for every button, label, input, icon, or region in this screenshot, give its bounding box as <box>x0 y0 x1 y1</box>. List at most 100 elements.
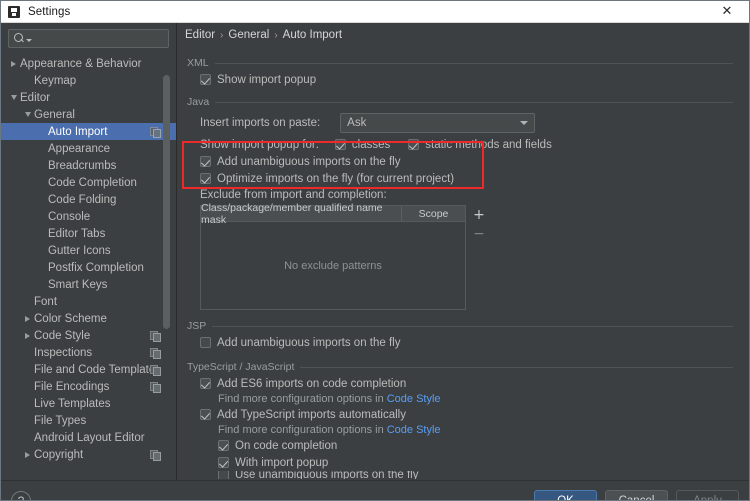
sidebar-item-code-completion[interactable]: Code Completion <box>1 174 176 191</box>
add-pattern-button[interactable]: + <box>471 207 487 223</box>
sidebar-item-appearance[interactable]: Appearance <box>1 140 176 157</box>
chevron-down-icon[interactable] <box>21 112 34 117</box>
label-show-import-popup-for: Show import popup for: <box>200 138 319 151</box>
breadcrumb-part-general[interactable]: General <box>228 29 269 41</box>
sidebar-item-label: Smart Keys <box>48 278 108 291</box>
checkbox-on-code-completion[interactable] <box>218 440 229 451</box>
row-on-code-completion[interactable]: On code completion <box>218 437 733 454</box>
close-icon[interactable]: ✕ <box>705 1 749 22</box>
chevron-right-icon[interactable] <box>21 315 34 322</box>
cancel-button[interactable]: Cancel <box>605 489 668 500</box>
dialog-footer: ? OK Cancel Apply <box>1 480 749 500</box>
main-scrollbar[interactable] <box>743 47 749 480</box>
sidebar-item-editor-tabs[interactable]: Editor Tabs <box>1 225 176 242</box>
sidebar-item-label: Copyright <box>34 448 84 461</box>
chevron-right-icon[interactable] <box>7 60 20 67</box>
exclude-table[interactable]: Class/package/member qualified name mask… <box>200 202 466 310</box>
checkbox-add-es6-imports[interactable] <box>200 378 211 389</box>
sidebar-item-code-style[interactable]: Code Style <box>1 327 176 344</box>
breadcrumb-part-auto-import[interactable]: Auto Import <box>283 29 342 41</box>
sidebar-item-code-folding[interactable]: Code Folding <box>1 191 176 208</box>
copy-settings-icon <box>150 449 161 461</box>
link-code-style-es6[interactable]: Code Style <box>387 393 441 405</box>
sidebar-item-auto-import[interactable]: Auto Import <box>1 123 176 140</box>
row-clipped-option[interactable]: Use unambiguous imports on the fly <box>218 471 733 479</box>
checkbox-add-typescript-imports[interactable] <box>200 409 211 420</box>
ok-button[interactable]: OK <box>534 489 597 500</box>
link-code-style-typescript[interactable]: Code Style <box>387 424 441 436</box>
sidebar-item-label: Appearance & Behavior <box>20 57 142 70</box>
hint-typescript-text: Find more configuration options in <box>218 424 384 436</box>
hint-es6-config: Find more configuration options in Code … <box>218 392 733 406</box>
row-xml-show-import-popup[interactable]: Show import popup <box>200 71 733 88</box>
group-header-xml: XML <box>187 57 733 69</box>
help-button[interactable]: ? <box>11 490 31 500</box>
checkbox-xml-show-import-popup[interactable] <box>200 74 211 85</box>
sidebar-item-file-and-code-templates[interactable]: File and Code Templates <box>1 361 176 378</box>
chevron-right-icon[interactable] <box>21 332 34 339</box>
sidebar-item-postfix-completion[interactable]: Postfix Completion <box>1 259 176 276</box>
chevron-right-glyph <box>11 60 16 67</box>
remove-pattern-button[interactable]: − <box>471 226 487 242</box>
sidebar-item-breadcrumbs[interactable]: Breadcrumbs <box>1 157 176 174</box>
chevron-down-glyph <box>24 112 31 117</box>
label-show-popup-static-methods: static methods and fields <box>425 138 552 151</box>
row-optimize-imports[interactable]: Optimize imports on the fly (for current… <box>200 170 733 187</box>
chevron-right-icon[interactable] <box>21 451 34 458</box>
insert-imports-on-paste-select[interactable]: Ask <box>340 113 536 133</box>
checkbox-with-import-popup[interactable] <box>218 457 229 468</box>
chevron-down-icon[interactable] <box>7 95 20 100</box>
checkbox-add-unambiguous-jsp[interactable] <box>200 337 211 348</box>
label-on-code-completion: On code completion <box>235 439 338 452</box>
sidebar-scrollbar-thumb[interactable] <box>163 75 170 329</box>
sidebar-item-keymap[interactable]: Keymap <box>1 72 176 89</box>
label-add-unambiguous-jsp: Add unambiguous imports on the fly <box>217 336 401 349</box>
row-add-unambiguous-java[interactable]: Add unambiguous imports on the fly <box>200 153 733 170</box>
checkbox-add-unambiguous-java[interactable] <box>200 156 211 167</box>
checkbox-clipped-option[interactable] <box>218 471 229 479</box>
sidebar-item-console[interactable]: Console <box>1 208 176 225</box>
checkbox-show-popup-classes[interactable] <box>334 139 346 150</box>
settings-main-panel: Editor › General › Auto Import XML Show impo… <box>177 23 749 480</box>
sidebar-item-live-templates[interactable]: Live Templates <box>1 395 176 412</box>
breadcrumb-separator: › <box>274 29 278 41</box>
row-add-es6-imports[interactable]: Add ES6 imports on code completion <box>200 375 733 392</box>
checkbox-optimize-imports[interactable] <box>200 173 211 184</box>
breadcrumb-part-editor[interactable]: Editor <box>185 29 215 41</box>
chevron-down-icon <box>520 121 529 125</box>
label-clipped-option: Use unambiguous imports on the fly <box>235 471 419 479</box>
sidebar-item-smart-keys[interactable]: Smart Keys <box>1 276 176 293</box>
sidebar-item-general[interactable]: General <box>1 106 176 123</box>
sidebar-item-file-types[interactable]: File Types <box>1 412 176 429</box>
sidebar-item-gutter-icons[interactable]: Gutter Icons <box>1 242 176 259</box>
dialog-body: Appearance & Behavior Keymap Editor General… <box>1 23 749 480</box>
settings-tree[interactable]: Appearance & Behavior Keymap Editor General… <box>1 55 176 480</box>
sidebar-item-label: Gutter Icons <box>48 244 111 257</box>
checkbox-show-popup-static-methods[interactable] <box>408 139 420 150</box>
divider <box>212 325 733 327</box>
search-box[interactable] <box>8 29 177 48</box>
divider <box>214 62 733 64</box>
label-xml-show-import-popup: Show import popup <box>217 73 317 86</box>
search-input[interactable] <box>35 32 177 45</box>
sidebar-item-label: Auto Import <box>48 125 108 138</box>
row-add-typescript-imports[interactable]: Add TypeScript imports automatically <box>200 406 733 423</box>
apply-button[interactable]: Apply <box>676 489 739 500</box>
chevron-down-icon[interactable] <box>26 38 32 42</box>
column-header-scope: Scope <box>418 207 449 220</box>
sidebar-item-editor[interactable]: Editor <box>1 89 176 106</box>
label-with-import-popup: With import popup <box>235 456 329 469</box>
sidebar-item-label: Appearance <box>48 142 111 155</box>
sidebar-item-android-layout-editor[interactable]: Android Layout Editor <box>1 429 176 446</box>
sidebar-item-color-scheme[interactable]: Color Scheme <box>1 310 176 327</box>
sidebar-item-inspections[interactable]: Inspections <box>1 344 176 361</box>
sidebar-item-appearance-behavior[interactable]: Appearance & Behavior <box>1 55 176 72</box>
row-with-import-popup[interactable]: With import popup <box>218 454 733 471</box>
column-header-mask: Class/package/member qualified name mask <box>201 202 402 226</box>
chevron-right-glyph <box>25 315 30 322</box>
sidebar-item-font[interactable]: Font <box>1 293 176 310</box>
sidebar-item-file-encodings[interactable]: File Encodings <box>1 378 176 395</box>
row-add-unambiguous-jsp[interactable]: Add unambiguous imports on the fly <box>200 334 733 351</box>
sidebar-item-label: Editor <box>20 91 51 104</box>
sidebar-item-copyright[interactable]: Copyright <box>1 446 176 463</box>
